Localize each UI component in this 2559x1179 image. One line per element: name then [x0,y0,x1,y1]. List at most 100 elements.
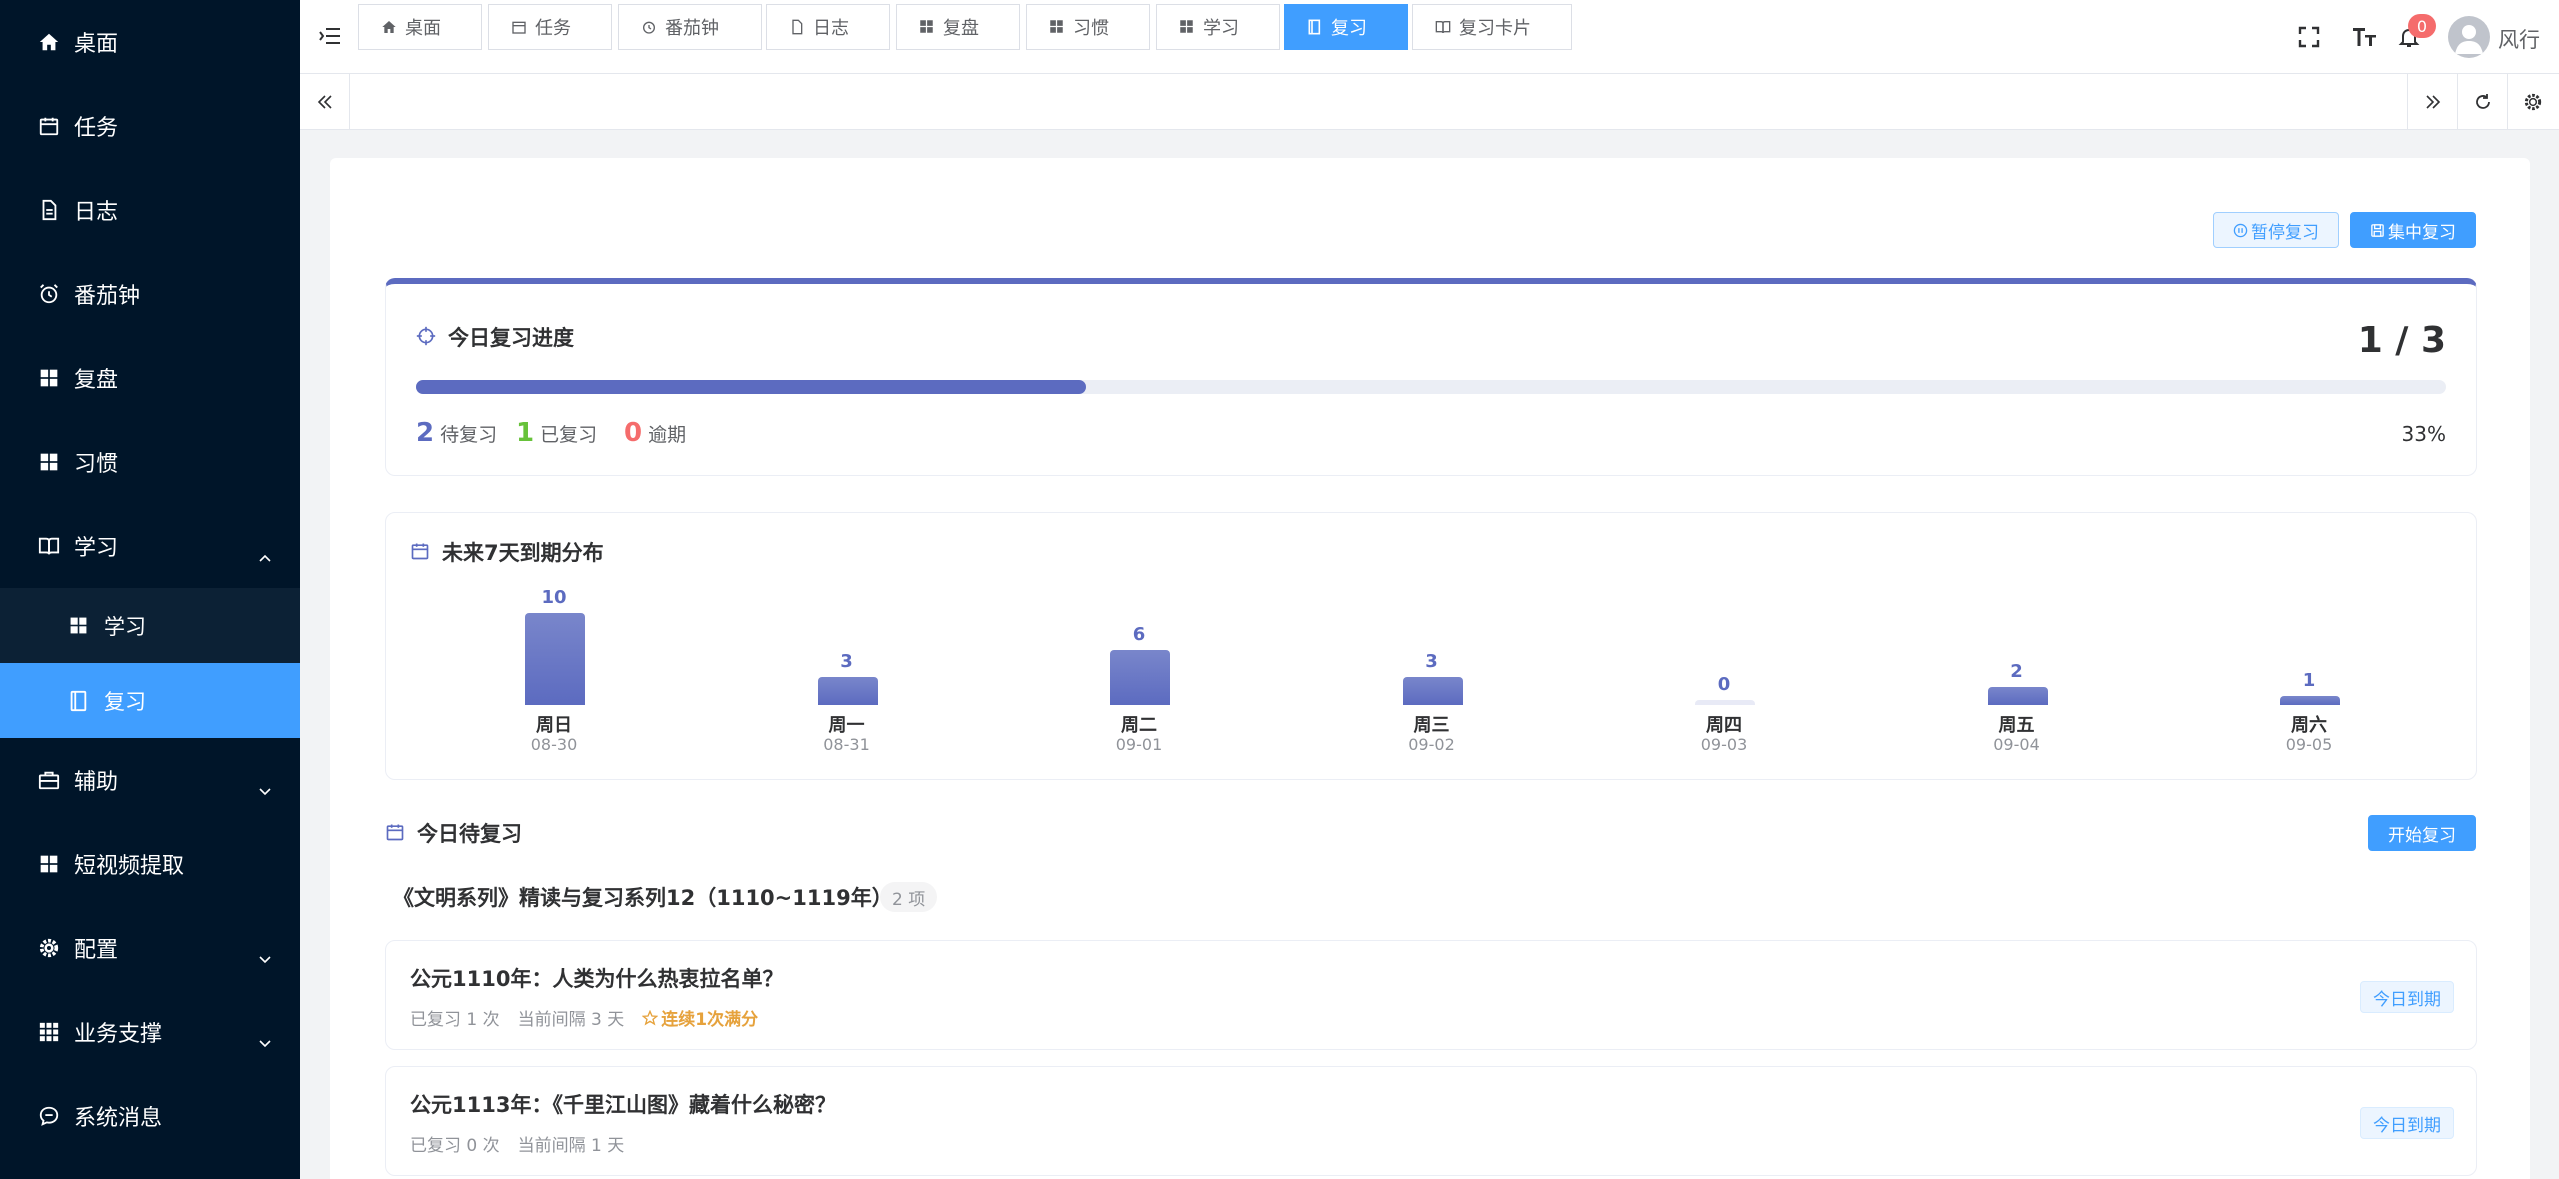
gear-icon [36,935,62,961]
chat-icon [36,1103,62,1129]
chart-bar [1402,677,1463,705]
streak-text: 连续1次满分 [661,1010,759,1030]
tag-review-cards[interactable]: 复习卡片 [1412,4,1572,50]
sidebar-item-log[interactable]: 日志 [0,168,300,252]
tag-label: 日志 [813,18,849,39]
pause-review-label: 暂停复习 [2251,222,2319,243]
sidebar-item-business[interactable]: 业务支撑 [0,990,300,1074]
refresh-icon[interactable] [2457,74,2507,130]
scroll-right-icon[interactable] [2407,74,2457,130]
chart-bar-column: 2 周五 09-04 [1957,513,2077,781]
stat-pending-label: 待复习 [440,424,498,446]
tag-desktop[interactable]: 桌面 [358,4,482,50]
sidebar-item-assist[interactable]: 辅助 [0,738,300,822]
sidebar-item-pomodoro[interactable]: 番茄钟 [0,252,300,336]
grid-icon [36,449,62,475]
grid-icon [36,365,62,391]
chart-date-label: 09-04 [1993,735,2040,754]
sidebar-item-messages[interactable]: 系统消息 [0,1074,300,1158]
progress-count: 1 / 3 [2357,320,2446,361]
streak-badge: 连续1次满分 [642,1005,776,1030]
notebook-icon [1307,19,1323,35]
tag-tasks[interactable]: 任务 [488,4,612,50]
chart-bar-value: 3 [840,651,853,672]
sidebar-subitem-study[interactable]: 学习 [0,588,300,663]
sidebar-item-desktop[interactable]: 桌面 [0,0,300,84]
pause-review-button[interactable]: 暂停复习 [2213,212,2339,248]
alarm-clock-icon [36,281,62,307]
chart-bar-column: 10 周日 08-30 [494,513,614,781]
focus-review-button[interactable]: 集中复习 [2350,212,2476,248]
chart-bar-value: 2 [2010,661,2023,682]
sidebar-subitem-review[interactable]: 复习 [0,663,300,738]
stat-pending: 2 待复习 [416,418,497,448]
sidebar-item-label: 辅助 [74,770,119,795]
alarm-clock-icon [641,19,657,35]
target-icon [416,326,438,348]
tag-review-summary[interactable]: 复盘 [896,4,1020,50]
tag-study[interactable]: 学习 [1156,4,1280,50]
review-interval: 当前间隔 3 天 [517,1010,625,1030]
sidebar-item-label: 学习 [74,536,119,561]
chevron-down-icon [258,1032,271,1048]
tag-pomodoro[interactable]: 番茄钟 [618,4,762,50]
sidebar-item-label: 任务 [74,116,119,141]
grid-icon [1049,19,1065,35]
settings-icon[interactable] [2507,74,2557,130]
tag-habits[interactable]: 习惯 [1026,4,1150,50]
save-icon [2370,223,2385,238]
group-count: 2 项 [880,882,938,912]
sidebar-item-tasks[interactable]: 任务 [0,84,300,168]
chevron-down-icon [258,948,271,964]
user-name[interactable]: 风行 [2498,24,2540,54]
tag-label: 任务 [535,18,571,39]
stat-done-label: 已复习 [540,424,598,446]
progress-card: 今日复习进度 1 / 3 2 待复习 1 已复习 0 逾期 33% [385,278,2477,476]
review-item[interactable]: 公元1110年：人类为什么热衷拉名单？ 已复习 1 次 当前间隔 3 天 连续1… [385,940,2477,1050]
tag-label: 桌面 [405,18,441,39]
sidebar-subitem-label: 学习 [104,614,146,639]
sidebar-item-config[interactable]: 配置 [0,906,300,990]
avatar[interactable] [2448,16,2490,58]
review-item-title: 公元1110年：人类为什么热衷拉名单？ [410,967,784,991]
sidebar-item-habits[interactable]: 习惯 [0,420,300,504]
scroll-left-icon[interactable] [300,74,350,130]
home-icon [381,19,397,35]
chart-bar [1110,650,1170,705]
today-title: 今日待复习 [385,818,522,848]
calendar-icon [511,19,527,35]
start-review-button[interactable]: 开始复习 [2368,815,2476,851]
grid-icon [919,19,935,35]
chevron-up-icon [258,546,271,562]
fullscreen-icon[interactable] [2296,24,2322,50]
tag-review[interactable]: 复习 [1284,4,1408,50]
notebook-icon [66,689,90,713]
menu-fold-icon[interactable] [318,24,342,48]
review-item[interactable]: 公元1113年：《千里江山图》藏着什么秘密？ 已复习 0 次 当前间隔 1 天 … [385,1066,2477,1176]
toolbox-icon [36,767,62,793]
font-size-icon[interactable] [2352,24,2378,50]
document-icon [789,19,805,35]
sidebar-item-video-extract[interactable]: 短视频提取 [0,822,300,906]
chart-day-label: 周三 [1413,715,1450,736]
focus-review-label: 集中复习 [2388,222,2456,243]
tags-view [300,74,2559,130]
chart-bar [525,613,585,705]
sidebar-item-study[interactable]: 学习 [0,504,300,588]
review-count: 已复习 1 次 [410,1010,500,1030]
chart-bar-value: 1 [2302,670,2316,691]
chart-bar-value: 0 [1717,674,1731,695]
sidebar-item-review-summary[interactable]: 复盘 [0,336,300,420]
due-tag: 今日到期 [2360,1107,2454,1139]
tag-log[interactable]: 日志 [766,4,890,50]
chart-date-label: 09-02 [1408,735,1455,754]
review-interval: 当前间隔 1 天 [517,1136,625,1156]
notification-badge: 0 [2408,14,2436,38]
chart-day-label: 周二 [1121,715,1157,736]
chart-date-label: 08-31 [823,735,870,754]
progress-title: 今日复习进度 [416,322,574,352]
book-icon [36,533,62,559]
tag-label: 复习 [1331,18,1367,39]
chart-day-label: 周日 [536,715,572,736]
star-icon [642,1009,659,1025]
